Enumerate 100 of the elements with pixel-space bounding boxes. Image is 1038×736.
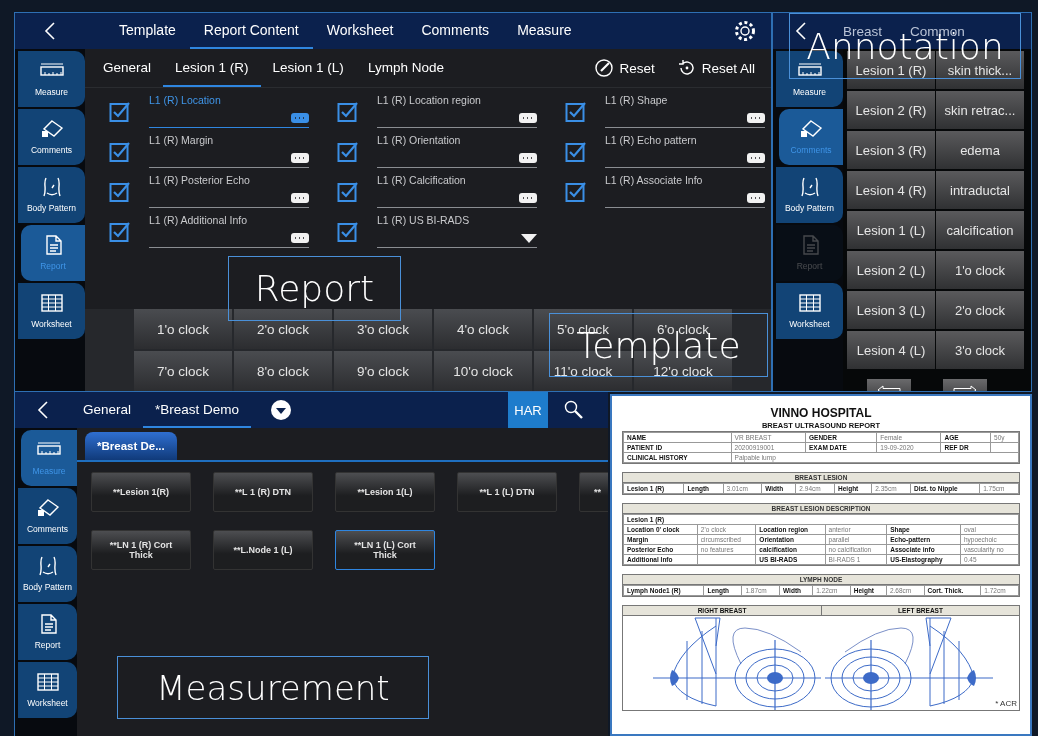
checkbox[interactable] [337, 101, 359, 123]
field-label: L1 (R) Location [149, 94, 222, 106]
tab[interactable]: Report Content [189, 13, 313, 49]
reset-button[interactable]: Reset [588, 57, 661, 79]
checkbox[interactable] [337, 221, 359, 243]
tab[interactable]: Comments [407, 13, 504, 49]
checkbox[interactable] [109, 141, 131, 163]
input-field[interactable]: L1 (R) Orientation [377, 136, 537, 168]
input-field[interactable]: L1 (R) Calcification [377, 176, 537, 208]
annotation-button[interactable]: 1'o clock [936, 251, 1024, 289]
reset-all-button[interactable]: Reset All [670, 57, 761, 79]
annotation-button[interactable]: edema [936, 131, 1024, 169]
sidebar-item[interactable]: Measure [18, 51, 85, 107]
field-label: L1 (R) Posterior Echo [149, 174, 251, 186]
tab[interactable]: Template [105, 13, 190, 49]
annotation-button[interactable]: calcification [936, 211, 1024, 249]
tab[interactable]: Lesion 1 (L) [260, 49, 356, 87]
har-button[interactable]: HAR [508, 392, 548, 428]
keyboard-icon[interactable] [291, 113, 309, 123]
template-button[interactable]: 10'o clock [434, 351, 532, 391]
sidebar-item[interactable]: Report [18, 604, 77, 660]
checkbox[interactable] [337, 141, 359, 163]
tab[interactable]: *Breast Demo [143, 392, 252, 428]
checkbox[interactable] [109, 181, 131, 203]
annotation-button[interactable]: 3'o clock [936, 331, 1024, 369]
search-icon[interactable] [564, 400, 584, 420]
back-icon[interactable] [36, 400, 50, 420]
checkbox[interactable] [109, 101, 131, 123]
keyboard-icon[interactable] [519, 113, 537, 123]
tab[interactable]: General [91, 49, 164, 87]
template-button[interactable]: 9'o clock [334, 351, 432, 391]
input-field[interactable]: L1 (R) Additional Info [149, 216, 309, 248]
input-field[interactable]: L1 (R) Location region [377, 96, 537, 128]
input-field[interactable]: L1 (R) Shape [605, 96, 765, 128]
input-field[interactable]: L1 (R) Margin [149, 136, 309, 168]
template-button[interactable]: 1'o clock [134, 309, 232, 349]
keyboard-icon[interactable] [291, 193, 309, 203]
template-button[interactable]: 4'o clock [434, 309, 532, 349]
input-field[interactable]: L1 (R) Associate Info [605, 176, 765, 208]
template-button[interactable]: 8'o clock [234, 351, 332, 391]
measurement-button[interactable]: **LN 1 (R) Cort Thick [91, 530, 191, 570]
tab[interactable]: Worksheet [312, 13, 408, 49]
keyboard-icon[interactable] [747, 153, 765, 163]
keyboard-icon[interactable] [747, 113, 765, 123]
measurement-button[interactable]: **L 1 (R) DTN [213, 472, 313, 512]
field-label: L1 (R) Additional Info [149, 214, 249, 226]
input-field[interactable]: L1 (R) US BI-RADS [377, 216, 537, 248]
sidebar-item[interactable]: Worksheet [18, 283, 85, 339]
input-field[interactable]: L1 (R) Posterior Echo [149, 176, 309, 208]
tab[interactable]: Lesion 1 (R) [163, 49, 261, 87]
dropdown-arrow-icon[interactable] [521, 234, 537, 243]
table-icon [796, 293, 823, 313]
checkbox[interactable] [565, 101, 587, 123]
keyboard-icon[interactable] [519, 153, 537, 163]
sidebar-item[interactable]: Body Pattern [18, 546, 77, 602]
annotation-button[interactable]: 2'o clock [936, 291, 1024, 329]
sidebar-item[interactable]: Worksheet [776, 283, 843, 339]
sidebar-item[interactable]: Comments [18, 109, 85, 165]
annotation-button[interactable]: Lesion 2 (L) [847, 251, 935, 289]
annotation-button[interactable]: Lesion 4 (R) [847, 171, 935, 209]
input-field[interactable]: L1 (R) Location [149, 96, 309, 128]
annotation-button[interactable]: Lesion 4 (L) [847, 331, 935, 369]
annotation-button[interactable]: Lesion 1 (L) [847, 211, 935, 249]
dropdown-icon[interactable] [271, 400, 292, 420]
sidebar-item[interactable]: Body Pattern [18, 167, 85, 223]
checkbox[interactable] [109, 221, 131, 243]
measurement-button[interactable]: **L.Node 1 (L) [213, 530, 313, 570]
settings-icon[interactable] [733, 19, 757, 43]
tab[interactable]: Lymph Node [355, 49, 456, 87]
annotation-button[interactable]: Lesion 3 (R) [847, 131, 935, 169]
edit-icon [594, 58, 615, 78]
tab[interactable]: General [71, 392, 144, 428]
sidebar-item[interactable]: Comments [18, 488, 77, 544]
tab[interactable]: Measure [503, 13, 586, 49]
template-button[interactable]: 3'o clock [334, 309, 432, 349]
annotation-button[interactable]: Lesion 3 (L) [847, 291, 935, 329]
checkbox[interactable] [565, 181, 587, 203]
field-label: L1 (R) Calcification [377, 174, 467, 186]
sidebar-item[interactable]: Body Pattern [776, 167, 843, 223]
keyboard-icon[interactable] [747, 193, 765, 203]
measurement-button[interactable]: ** [579, 472, 608, 512]
annotation-button[interactable]: intraductal [936, 171, 1024, 209]
back-icon[interactable] [794, 21, 808, 41]
measurement-button[interactable]: **Lesion 1(R) [91, 472, 191, 512]
measurement-button[interactable]: **L 1 (L) DTN [457, 472, 557, 512]
measurement-button[interactable]: **Lesion 1(L) [335, 472, 435, 512]
input-field[interactable]: L1 (R) Echo pattern [605, 136, 765, 168]
group-tab[interactable]: *Breast De... [85, 432, 177, 460]
annotation-button[interactable]: Lesion 2 (R) [847, 91, 935, 129]
measurement-button[interactable]: **LN 1 (L) Cort Thick [335, 530, 435, 570]
sidebar-item[interactable]: Worksheet [18, 662, 77, 718]
template-button[interactable]: 7'o clock [134, 351, 232, 391]
checkbox[interactable] [337, 181, 359, 203]
keyboard-icon[interactable] [519, 193, 537, 203]
checkbox[interactable] [565, 141, 587, 163]
annotation-button[interactable]: skin retrac... [936, 91, 1024, 129]
template-button[interactable]: 2'o clock [234, 309, 332, 349]
keyboard-icon[interactable] [291, 233, 309, 243]
back-icon[interactable] [43, 21, 57, 41]
keyboard-icon[interactable] [291, 153, 309, 163]
